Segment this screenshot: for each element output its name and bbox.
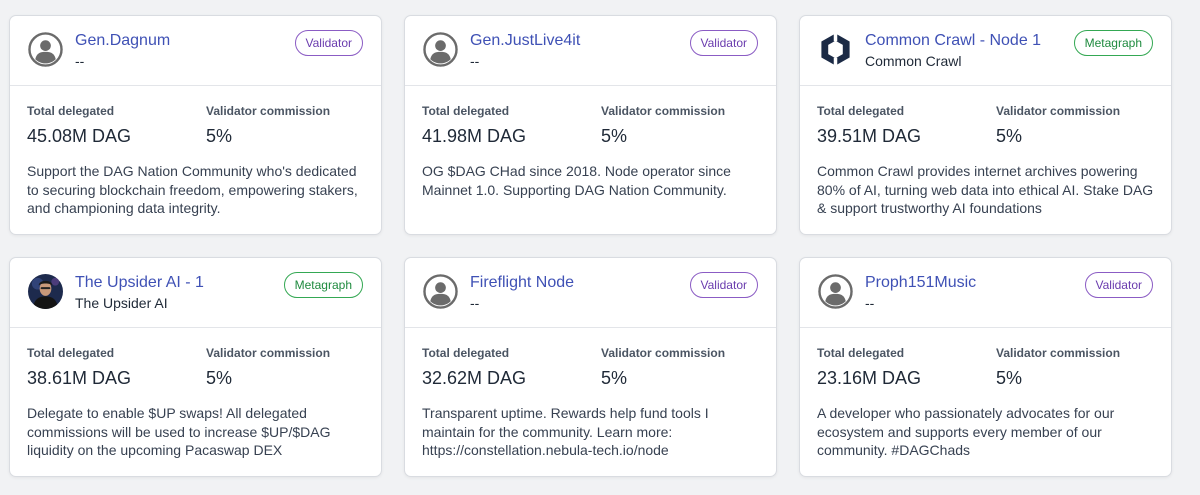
node-operator: Common Crawl: [865, 53, 962, 69]
total-delegated-value: 38.61M DAG: [27, 368, 132, 388]
validator-commission-label: Validator commission: [206, 104, 331, 118]
default-user-icon: [818, 274, 853, 309]
node-name-link[interactable]: Common Crawl - Node 1: [865, 32, 1041, 50]
card-stats: Total delegated Validator commission 23.…: [800, 328, 1171, 398]
card-header: Fireflight Node -- Validator: [405, 258, 776, 328]
card-header: Common Crawl - Node 1 Common Crawl Metag…: [800, 16, 1171, 86]
node-operator: --: [470, 53, 480, 69]
validator-commission-value: 5%: [601, 126, 628, 146]
validator-commission-value: 5%: [996, 126, 1023, 146]
card-header: Gen.JustLive4it -- Validator: [405, 16, 776, 86]
node-type-badge: Validator: [689, 272, 758, 298]
node-name-link[interactable]: Gen.Dagnum: [75, 32, 170, 50]
default-user-icon: [28, 32, 63, 67]
validator-commission-label: Validator commission: [996, 104, 1121, 118]
card-stats: Total delegated Validator commission 39.…: [800, 86, 1171, 156]
validator-card-gen-dagnum[interactable]: Gen.Dagnum -- Validator Total delegated …: [9, 15, 382, 235]
total-delegated-value: 45.08M DAG: [27, 126, 132, 146]
common-crawl-logo: [818, 32, 853, 67]
default-user-icon: [423, 32, 458, 67]
validator-card-gen-justlive4it[interactable]: Gen.JustLive4it -- Validator Total deleg…: [404, 15, 777, 235]
card-stats: Total delegated Validator commission 32.…: [405, 328, 776, 398]
validator-card-proph151music[interactable]: Proph151Music -- Validator Total delegat…: [799, 257, 1172, 477]
total-delegated-value: 32.62M DAG: [422, 368, 527, 388]
total-delegated-label: Total delegated: [27, 104, 115, 118]
node-description: Support the DAG Nation Community who's d…: [27, 163, 358, 216]
total-delegated-label: Total delegated: [422, 104, 510, 118]
card-stats: Total delegated Validator commission 38.…: [10, 328, 381, 398]
validator-commission-label: Validator commission: [996, 346, 1121, 360]
card-header: Proph151Music -- Validator: [800, 258, 1171, 328]
node-name-link[interactable]: Gen.JustLive4it: [470, 32, 580, 50]
default-user-icon: [423, 274, 458, 309]
card-header: Gen.Dagnum -- Validator: [10, 16, 381, 86]
card-header: The Upsider AI - 1 The Upsider AI Metagr…: [10, 258, 381, 328]
node-description: Common Crawl provides internet archives …: [817, 163, 1154, 216]
validator-commission-value: 5%: [206, 368, 233, 388]
total-delegated-value: 39.51M DAG: [817, 126, 922, 146]
node-description: Delegate to enable $UP swaps! All delega…: [27, 405, 331, 458]
total-delegated-label: Total delegated: [817, 104, 905, 118]
total-delegated-value: 41.98M DAG: [422, 126, 527, 146]
node-description: A developer who passionately advocates f…: [817, 405, 1115, 458]
node-type-badge: Validator: [1084, 272, 1153, 298]
node-type-badge: Metagraph: [283, 272, 363, 298]
validator-card-upsider-ai[interactable]: The Upsider AI - 1 The Upsider AI Metagr…: [9, 257, 382, 477]
node-operator: --: [75, 53, 85, 69]
total-delegated-label: Total delegated: [422, 346, 510, 360]
node-operator: --: [470, 295, 480, 311]
total-delegated-value: 23.16M DAG: [817, 368, 922, 388]
node-name-link[interactable]: Proph151Music: [865, 274, 976, 292]
validator-card-common-crawl[interactable]: Common Crawl - Node 1 Common Crawl Metag…: [799, 15, 1172, 235]
node-description: Transparent uptime. Rewards help fund to…: [422, 405, 709, 458]
card-stats: Total delegated Validator commission 45.…: [10, 86, 381, 156]
total-delegated-label: Total delegated: [817, 346, 905, 360]
node-type-badge: Validator: [689, 30, 758, 56]
node-name-link[interactable]: The Upsider AI - 1: [75, 274, 204, 292]
validator-commission-label: Validator commission: [601, 346, 726, 360]
validator-commission-label: Validator commission: [601, 104, 726, 118]
node-description: OG $DAG CHad since 2018. Node operator s…: [422, 163, 731, 198]
validator-commission-value: 5%: [996, 368, 1023, 388]
validator-commission-value: 5%: [206, 126, 233, 146]
validator-commission-label: Validator commission: [206, 346, 331, 360]
node-type-badge: Metagraph: [1073, 30, 1153, 56]
upsider-avatar: [28, 274, 63, 309]
node-name-link[interactable]: Fireflight Node: [470, 274, 574, 292]
card-stats: Total delegated Validator commission 41.…: [405, 86, 776, 156]
node-type-badge: Validator: [294, 30, 363, 56]
validator-card-fireflight-node[interactable]: Fireflight Node -- Validator Total deleg…: [404, 257, 777, 477]
node-operator: --: [865, 295, 875, 311]
node-operator: The Upsider AI: [75, 295, 168, 311]
total-delegated-label: Total delegated: [27, 346, 115, 360]
validator-commission-value: 5%: [601, 368, 628, 388]
